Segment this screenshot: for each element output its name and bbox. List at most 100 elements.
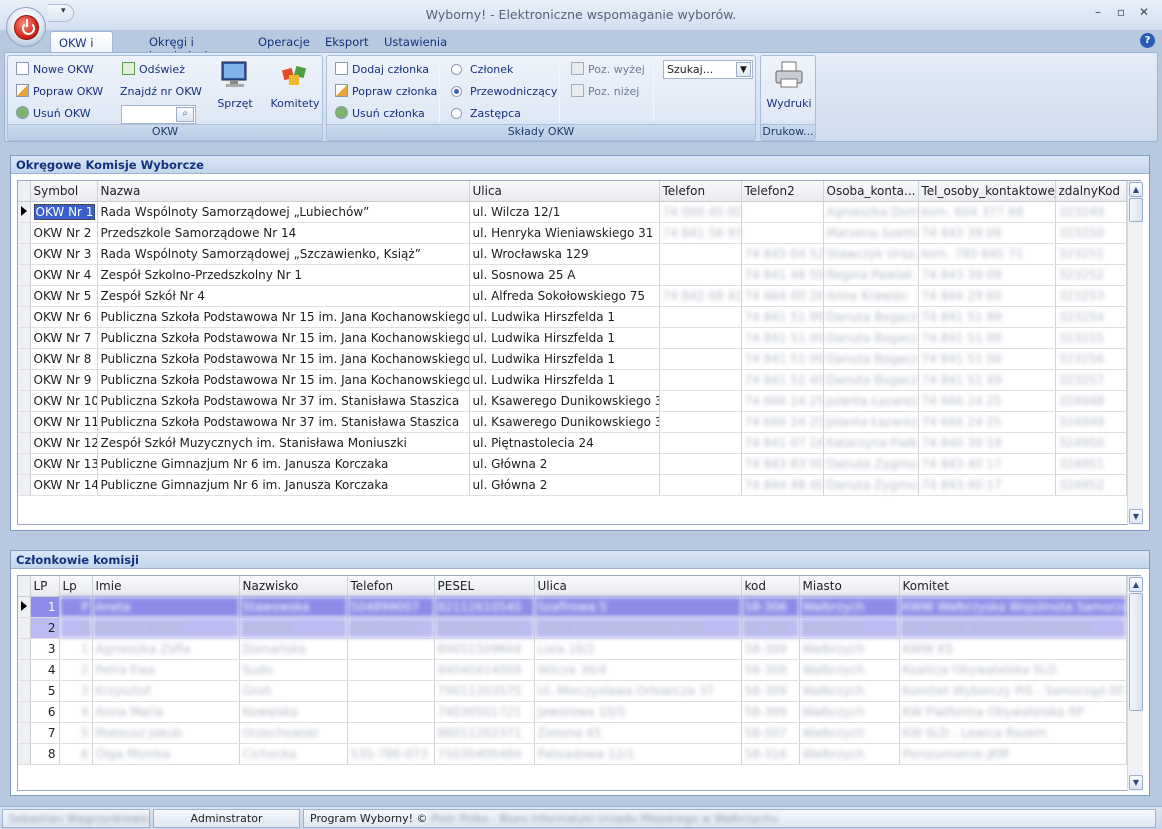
- row-header[interactable]: [18, 285, 31, 307]
- cell-nazwisko[interactable]: Stawowska: [239, 596, 348, 618]
- cell-telefon2[interactable]: 74 843 83 00: [741, 453, 824, 475]
- cell-telefon[interactable]: 535-786-073: [347, 743, 435, 765]
- cell-zdalnykod[interactable]: 323254: [1055, 306, 1127, 328]
- cell-lp[interactable]: 1: [30, 596, 60, 618]
- cell-telefon[interactable]: [659, 411, 742, 433]
- table-row[interactable]: 8 6 Olga Monika Cichocka 535-786-073 75030400…: [18, 743, 1127, 765]
- cell-lp[interactable]: 7: [30, 722, 60, 744]
- cell-telefon2[interactable]: 74 664 00 26: [741, 285, 824, 307]
- cell-nazwisko[interactable]: Domańska: [239, 638, 348, 660]
- chevron-down-icon[interactable]: ▼: [736, 62, 751, 77]
- cell-telefon[interactable]: [659, 306, 742, 328]
- table-row[interactable]: OKW Nr 4 Zespół Szkolno-Przedszkolny Nr 1…: [18, 264, 1127, 286]
- find-okw-input[interactable]: ⌕: [121, 105, 196, 124]
- cell-nazwa[interactable]: Zespół Szkół Nr 4: [97, 285, 470, 307]
- scroll-thumb[interactable]: [1129, 593, 1143, 711]
- column-header-nazwisko[interactable]: Nazwisko: [239, 576, 348, 597]
- table-row[interactable]: OKW Nr 3 Rada Wspólnoty Samorządowej „Szc…: [18, 243, 1127, 265]
- cell-ulica[interactable]: ul. Główna 2: [469, 474, 660, 496]
- column-header-miasto[interactable]: Miasto: [799, 576, 900, 597]
- cell-pesel[interactable]: 84040414009: [434, 659, 535, 681]
- scroll-up-icon[interactable]: ▲: [1129, 577, 1143, 592]
- cell-zdalnykod[interactable]: 324949: [1055, 411, 1127, 433]
- cell-miasto[interactable]: Wałbrzych: [799, 680, 900, 702]
- cell-miasto[interactable]: Wałbrzych: [799, 659, 900, 681]
- cell-telefon[interactable]: [347, 701, 435, 723]
- cell-telefon[interactable]: [659, 369, 742, 391]
- row-header[interactable]: [18, 701, 31, 723]
- delete-okw-button[interactable]: Usuń OKW: [16, 105, 91, 123]
- cell-lp-2[interactable]: 5: [59, 722, 93, 744]
- table-row[interactable]: 6 4 Anna Maria Kowalska 74030501721 Jaworowa …: [18, 701, 1127, 723]
- cell-zdalnykod[interactable]: 324948: [1055, 390, 1127, 412]
- table-row[interactable]: OKW Nr 10 Publiczna Szkoła Podstawowa Nr …: [18, 390, 1127, 412]
- cell-tel-osoby-kontaktowej[interactable]: 74 841 51 09: [918, 348, 1056, 370]
- cell-ulica[interactable]: ul. Główna 2: [469, 453, 660, 475]
- column-header-symbol[interactable]: Symbol: [30, 181, 98, 202]
- cell-kod[interactable]: 58-316: [741, 743, 800, 765]
- table-row[interactable]: OKW Nr 12 Zespół Szkół Muzycznych im. Sta…: [18, 432, 1127, 454]
- cell-symbol[interactable]: OKW Nr 9: [30, 369, 98, 391]
- add-member-button[interactable]: Dodaj członka: [335, 61, 429, 79]
- cell-symbol[interactable]: OKW Nr 8: [30, 348, 98, 370]
- column-header-ulica[interactable]: Ulica: [534, 576, 742, 597]
- cell-nazwisko[interactable]: Groń: [239, 680, 348, 702]
- cell-osoba-konta[interactable]: Danuta Bogacz: [823, 327, 919, 349]
- column-header-nazwa[interactable]: Nazwa: [97, 181, 470, 202]
- row-header[interactable]: [18, 306, 31, 328]
- cell-ulica[interactable]: Zielona 45: [534, 722, 742, 744]
- cell-ulica[interactable]: Lisia 16/2: [534, 638, 742, 660]
- table-row[interactable]: 4 2 Petra Ewa Sudo 84040414009 Wilcza 36/4 58-…: [18, 659, 1127, 681]
- cell-lp[interactable]: 3: [30, 638, 60, 660]
- cell-nazwa[interactable]: Publiczne Gimnazjum Nr 6 im. Janusza Kor…: [97, 453, 470, 475]
- delete-member-button[interactable]: Usuń członka: [335, 105, 425, 123]
- cell-symbol[interactable]: OKW Nr 1: [30, 201, 98, 223]
- members-scrollbar[interactable]: ▲ ▼: [1127, 576, 1143, 791]
- cell-ulica[interactable]: ul. Ksawerego Dunikowskiego 39: [469, 390, 660, 412]
- cell-kod[interactable]: 58-309: [741, 638, 800, 660]
- cell-nazwa[interactable]: Publiczna Szkoła Podstawowa Nr 15 im. Ja…: [97, 306, 470, 328]
- cell-zdalnykod[interactable]: 323249: [1055, 201, 1127, 223]
- cell-telefon[interactable]: [659, 327, 742, 349]
- cell-pesel[interactable]: 79011203575: [434, 680, 535, 702]
- cell-osoba-konta[interactable]: Katarzyna Fiałk: [823, 432, 919, 454]
- row-header[interactable]: [18, 474, 31, 496]
- cell-telefon2[interactable]: 74 841 51 99: [741, 327, 824, 349]
- table-row[interactable]: OKW Nr 11 Publiczna Szkoła Podstawowa Nr …: [18, 411, 1127, 433]
- cell-telefon[interactable]: [659, 432, 742, 454]
- hardware-button[interactable]: Sprzęt: [213, 59, 257, 110]
- row-header[interactable]: [18, 722, 31, 744]
- cell-komitet[interactable]: KW Polskie Stronnictwo Ludowe: [899, 617, 1127, 639]
- scroll-down-icon[interactable]: ▼: [1129, 775, 1143, 790]
- row-header[interactable]: [18, 617, 31, 639]
- column-header-osoba-konta[interactable]: Osoba_konta...: [823, 181, 919, 202]
- members-grid[interactable]: LP Lp Imie Nazwisko Telefon PESEL Ulica kod Mias…: [17, 575, 1141, 791]
- cell-tel-osoby-kontaktowej[interactable]: 74 666 24 25: [918, 411, 1056, 433]
- cell-ulica[interactable]: ul. Sosnowa 25 A: [469, 264, 660, 286]
- column-header-pesel[interactable]: PESEL: [434, 576, 535, 597]
- cell-zdalnykod[interactable]: 323251: [1055, 243, 1127, 265]
- scroll-up-icon[interactable]: ▲: [1129, 182, 1143, 197]
- cell-lp-2[interactable]: P: [59, 596, 93, 618]
- tab-okw-komisje[interactable]: OKW i Komisje: [50, 31, 113, 64]
- cell-telefon[interactable]: [347, 659, 435, 681]
- scroll-thumb[interactable]: [1129, 198, 1143, 222]
- cell-ulica[interactable]: ul. Henryka Wieniawskiego 31: [469, 222, 660, 244]
- cell-telefon[interactable]: [347, 722, 435, 744]
- cell-tel-osoby-kontaktowej[interactable]: 74 843 39 09: [918, 264, 1056, 286]
- cell-ulica[interactable]: Szafirowa 5: [534, 596, 742, 618]
- cell-telefon[interactable]: [659, 474, 742, 496]
- cell-telefon[interactable]: 74 842 08 41: [659, 285, 742, 307]
- cell-tel-osoby-kontaktowej[interactable]: 74 666 24 25: [918, 390, 1056, 412]
- cell-telefon[interactable]: [347, 680, 435, 702]
- row-header[interactable]: [18, 411, 31, 433]
- cell-osoba-konta[interactable]: Danuta Bogacz: [823, 306, 919, 328]
- maximize-button[interactable]: ▫: [1112, 5, 1130, 21]
- cell-tel-osoby-kontaktowej[interactable]: 74 841 51 99: [918, 327, 1056, 349]
- edit-member-button[interactable]: Popraw członka: [335, 83, 437, 101]
- cell-imie[interactable]: Olga Monika: [92, 743, 240, 765]
- table-row[interactable]: OKW Nr 14 Publiczne Gimnazjum Nr 6 im. Ja…: [18, 474, 1127, 496]
- column-header-telefon[interactable]: Telefon: [659, 181, 742, 202]
- cell-symbol[interactable]: OKW Nr 5: [30, 285, 98, 307]
- cell-tel-osoby-kontaktowej[interactable]: kom. 785 845 71: [918, 243, 1056, 265]
